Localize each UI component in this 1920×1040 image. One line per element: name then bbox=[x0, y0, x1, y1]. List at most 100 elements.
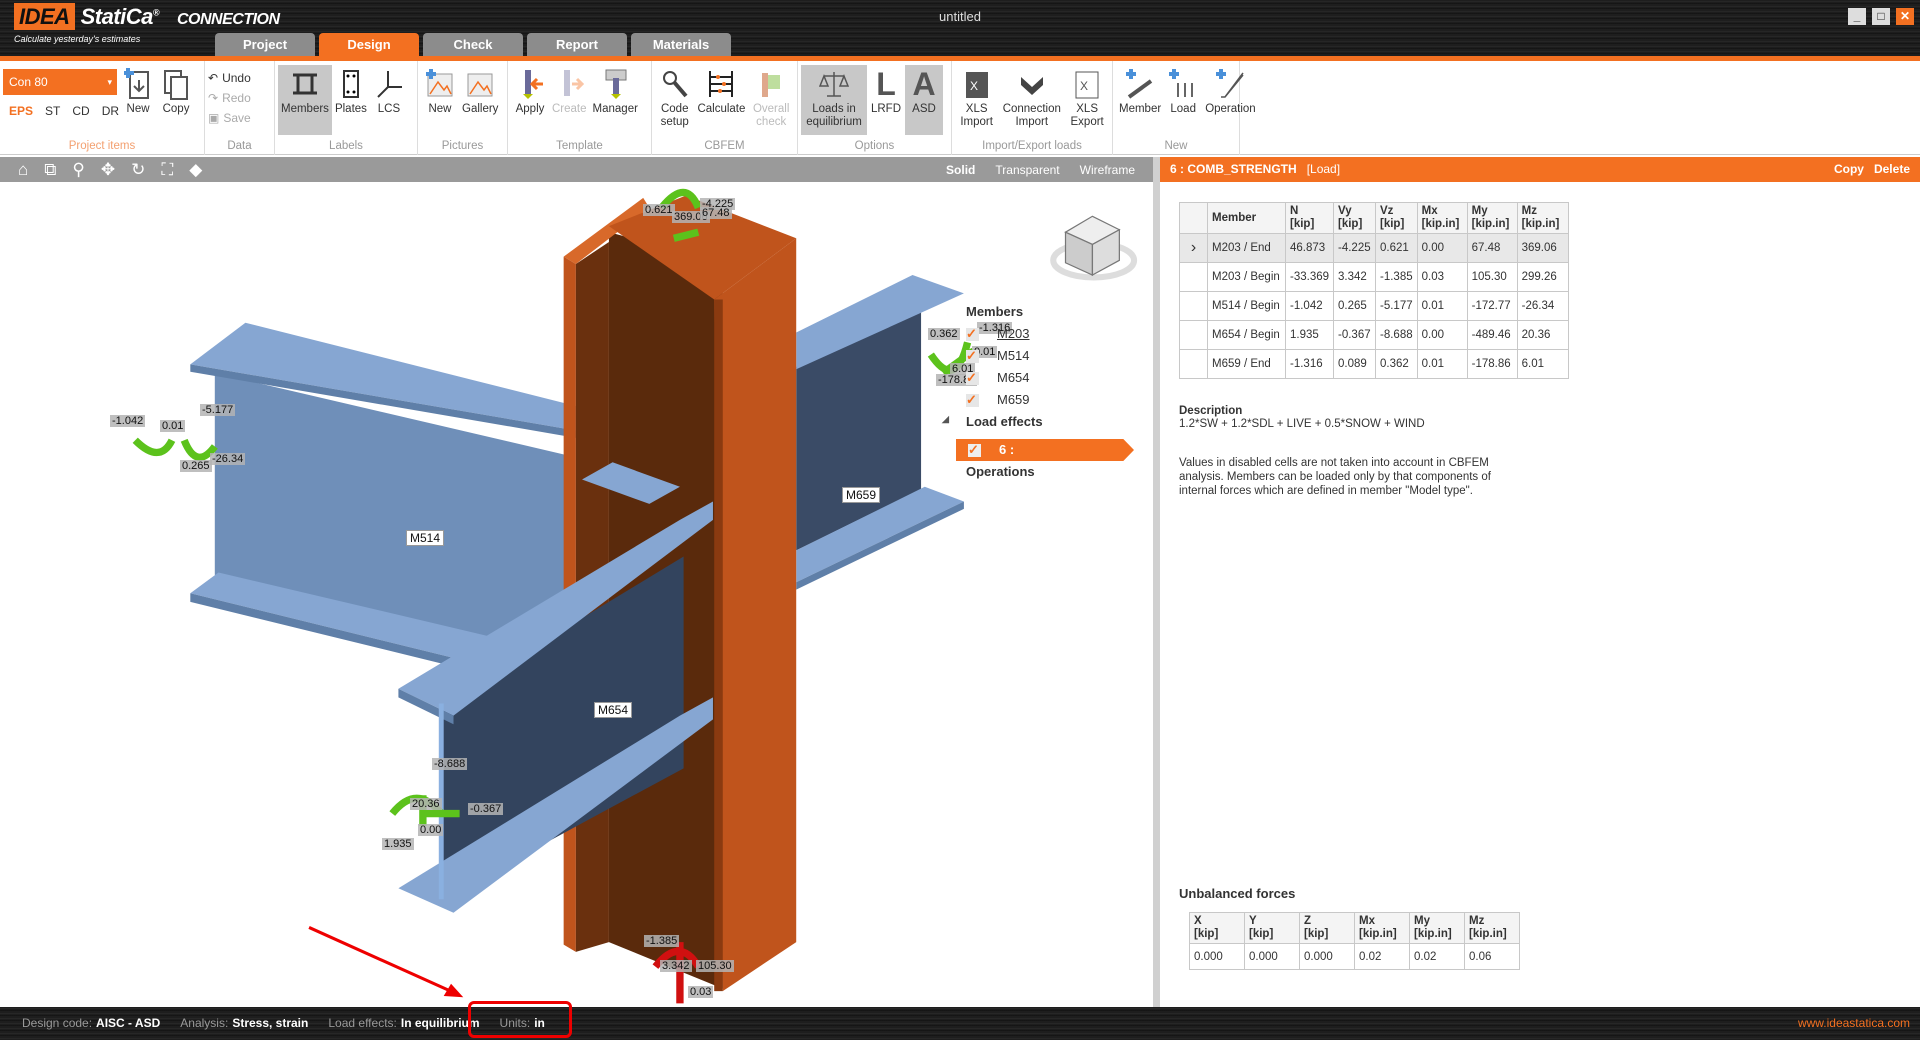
table-cell[interactable]: 6.01 bbox=[1516, 349, 1569, 379]
row-selector[interactable] bbox=[1179, 262, 1208, 292]
table-cell[interactable]: -4.225 bbox=[1333, 233, 1377, 263]
minimize-button[interactable]: _ bbox=[1848, 8, 1866, 25]
lrfd-toggle[interactable]: L LRFD bbox=[867, 65, 905, 135]
member-label-m514[interactable]: M514 bbox=[406, 530, 445, 546]
3d-viewport[interactable]: M514 M659 M654 0.621 -4.225 369.06 67.48… bbox=[0, 182, 1153, 1007]
table-cell[interactable]: 0.265 bbox=[1333, 291, 1377, 321]
home-icon[interactable]: ⌂ bbox=[18, 160, 28, 180]
maximize-button[interactable]: □ bbox=[1872, 8, 1890, 25]
xls-import-button[interactable]: X XLS Import bbox=[955, 65, 998, 135]
tab-report[interactable]: Report bbox=[527, 33, 627, 57]
table-cell[interactable]: -172.77 bbox=[1466, 291, 1518, 321]
apply-template-button[interactable]: Apply bbox=[511, 65, 549, 135]
connection-select[interactable]: Con 80 bbox=[3, 69, 117, 95]
tab-materials[interactable]: Materials bbox=[631, 33, 731, 57]
close-button[interactable]: ✕ bbox=[1896, 8, 1914, 25]
code-cd[interactable]: CD bbox=[72, 104, 89, 118]
tree-load-effects-header[interactable]: Load effects bbox=[966, 414, 1043, 429]
table-cell[interactable]: M654 / Begin bbox=[1207, 320, 1286, 350]
tree-member-m654[interactable]: ✓ M654 bbox=[966, 370, 1030, 385]
beam-m659[interactable] bbox=[796, 275, 964, 590]
table-cell[interactable]: -33.369 bbox=[1284, 262, 1335, 292]
delete-button[interactable]: Delete bbox=[1874, 157, 1910, 182]
table-cell[interactable]: 105.30 bbox=[1466, 262, 1518, 292]
row-selector[interactable] bbox=[1179, 320, 1208, 350]
table-cell[interactable]: M514 / Begin bbox=[1207, 291, 1286, 321]
rotate-icon[interactable]: ↻ bbox=[131, 160, 145, 180]
asd-toggle[interactable]: A ASD bbox=[905, 65, 943, 135]
table-cell[interactable]: -26.34 bbox=[1516, 291, 1569, 321]
labels-plates-button[interactable]: Plates bbox=[332, 65, 370, 135]
code-setup-button[interactable]: Code setup bbox=[655, 65, 694, 135]
labels-lcs-button[interactable]: LCS bbox=[370, 65, 408, 135]
tree-member-m659[interactable]: ✓ M659 bbox=[966, 392, 1030, 407]
mode-solid[interactable]: Solid bbox=[946, 163, 975, 177]
table-cell[interactable]: -0.367 bbox=[1333, 320, 1377, 350]
table-cell[interactable]: 299.26 bbox=[1516, 262, 1569, 292]
table-cell[interactable]: M203 / Begin bbox=[1207, 262, 1286, 292]
table-cell[interactable]: 0.00 bbox=[1416, 320, 1468, 350]
tree-members-header[interactable]: Members bbox=[966, 304, 1023, 319]
tree-load-effect-item[interactable]: ✓ 6 : COMB_STRENGTH bbox=[956, 439, 1134, 461]
pan-icon[interactable]: ✥ bbox=[101, 160, 115, 180]
zoom-window-icon[interactable]: ⧉ bbox=[44, 160, 56, 180]
table-cell[interactable]: 46.873 bbox=[1284, 233, 1335, 263]
template-manager-button[interactable]: Manager bbox=[590, 65, 641, 135]
table-cell[interactable]: -8.688 bbox=[1375, 320, 1418, 350]
tab-project[interactable]: Project bbox=[215, 33, 315, 57]
labels-members-button[interactable]: Members bbox=[278, 65, 332, 135]
table-cell[interactable]: M203 / End bbox=[1207, 233, 1286, 263]
table-cell[interactable]: -1.042 bbox=[1284, 291, 1335, 321]
table-row[interactable]: M203 / Begin -33.369 3.342 -1.385 0.03 105.30… bbox=[1179, 262, 1569, 292]
code-eps[interactable]: EPS bbox=[9, 104, 33, 118]
table-cell[interactable]: 0.03 bbox=[1416, 262, 1468, 292]
new-load-button[interactable]: Load bbox=[1164, 65, 1202, 135]
member-label-m659[interactable]: M659 bbox=[842, 487, 881, 503]
table-row[interactable]: M514 / Begin -1.042 0.265 -5.177 0.01 -172.77… bbox=[1179, 291, 1569, 321]
table-cell[interactable]: 20.36 bbox=[1516, 320, 1569, 350]
website-link[interactable]: www.ideastatica.com bbox=[1798, 1007, 1910, 1040]
overall-check-button[interactable]: Overall check bbox=[748, 65, 794, 135]
checkbox-icon[interactable]: ✓ bbox=[966, 327, 979, 341]
code-st[interactable]: ST bbox=[45, 104, 60, 118]
table-row[interactable]: M654 / Begin 1.935 -0.367 -8.688 0.00 -489.46… bbox=[1179, 320, 1569, 350]
xls-export-button[interactable]: X XLS Export bbox=[1065, 65, 1109, 135]
checkbox-icon[interactable]: ✓ bbox=[966, 393, 979, 407]
table-cell[interactable]: 0.01 bbox=[1416, 291, 1468, 321]
table-cell[interactable]: 0.362 bbox=[1375, 349, 1418, 379]
zoom-icon[interactable]: ⚲ bbox=[72, 160, 84, 180]
redo-button[interactable]: ↷ Redo bbox=[208, 91, 251, 105]
view-cube-icon[interactable]: ◆ bbox=[189, 160, 202, 180]
checkbox-icon[interactable]: ✓ bbox=[966, 349, 979, 363]
table-cell[interactable]: -5.177 bbox=[1375, 291, 1418, 321]
undo-button[interactable]: ↶ Undo bbox=[208, 71, 251, 85]
tree-operations-header[interactable]: Operations bbox=[966, 464, 1035, 479]
table-cell[interactable]: 0.621 bbox=[1375, 233, 1418, 263]
table-cell[interactable]: 0.00 bbox=[1416, 233, 1468, 263]
table-cell[interactable]: -1.385 bbox=[1375, 262, 1418, 292]
table-cell[interactable]: 67.48 bbox=[1466, 233, 1518, 263]
table-cell[interactable]: 369.06 bbox=[1516, 233, 1569, 263]
panel-splitter[interactable] bbox=[1153, 157, 1160, 1007]
code-dr[interactable]: DR bbox=[102, 104, 119, 118]
tree-member-m514[interactable]: ✓ M514 bbox=[966, 348, 1030, 363]
table-row[interactable]: › M203 / End 46.873 -4.225 0.621 0.00 67.48 369… bbox=[1179, 233, 1569, 263]
save-button[interactable]: ▣ Save bbox=[208, 111, 251, 125]
collapse-triangle-icon[interactable]: ◢ bbox=[942, 414, 949, 425]
table-cell[interactable]: 1.935 bbox=[1284, 320, 1335, 350]
table-cell[interactable]: -1.316 bbox=[1284, 349, 1335, 379]
navigation-cube[interactable] bbox=[1050, 215, 1138, 281]
table-cell[interactable]: 0.01 bbox=[1416, 349, 1468, 379]
mode-wireframe[interactable]: Wireframe bbox=[1080, 163, 1135, 177]
table-cell[interactable]: 0.089 bbox=[1333, 349, 1377, 379]
create-template-button[interactable]: Create bbox=[549, 65, 590, 135]
tab-check[interactable]: Check bbox=[423, 33, 523, 57]
checkbox-icon[interactable]: ✓ bbox=[966, 371, 979, 385]
connection-import-button[interactable]: Connection Import bbox=[998, 65, 1065, 135]
gallery-button[interactable]: Gallery bbox=[459, 65, 501, 135]
table-row[interactable]: M659 / End -1.316 0.089 0.362 0.01 -178.86 6.0… bbox=[1179, 349, 1569, 379]
new-member-button[interactable]: Member bbox=[1116, 65, 1164, 135]
copy-button[interactable]: Copy bbox=[1834, 157, 1864, 182]
member-label-m654[interactable]: M654 bbox=[594, 702, 633, 718]
row-selector[interactable] bbox=[1179, 349, 1208, 379]
